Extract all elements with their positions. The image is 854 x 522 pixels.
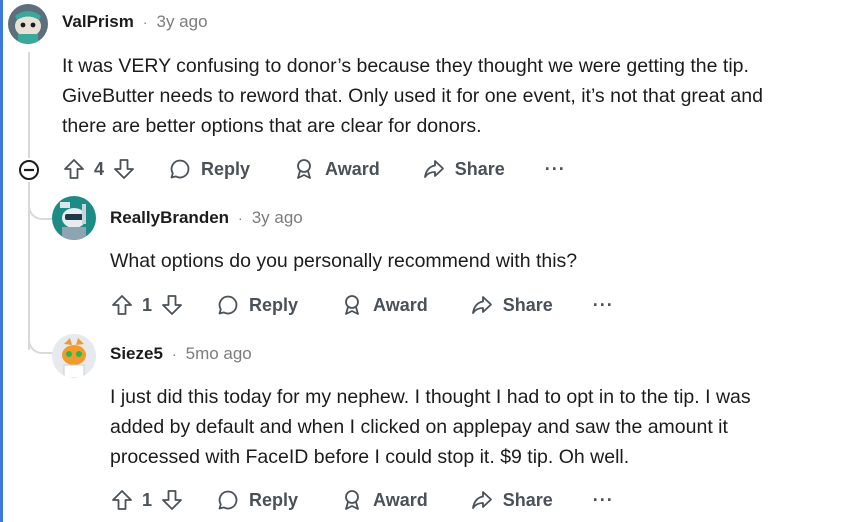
vote-count: 1 — [142, 294, 153, 315]
share-arrow-icon — [470, 293, 494, 317]
reply-button[interactable]: Reply — [216, 488, 298, 512]
reply-button[interactable]: Reply — [216, 293, 298, 317]
award-icon — [340, 293, 364, 317]
reply-button[interactable]: Reply — [168, 157, 250, 181]
avatar-image — [52, 334, 96, 378]
award-button[interactable]: Award — [292, 157, 380, 181]
avatar[interactable] — [8, 4, 48, 44]
share-button[interactable]: Share — [470, 293, 553, 317]
timestamp[interactable]: 3y ago — [157, 12, 208, 32]
avatar[interactable] — [52, 196, 96, 240]
reply-bubble-icon — [168, 157, 192, 181]
share-label: Share — [454, 158, 505, 179]
thread-accent-border — [0, 0, 3, 522]
comment-body: It was VERY confusing to donor’s because… — [62, 55, 763, 137]
award-label: Award — [373, 489, 428, 510]
comment-actions: 4 Reply Award Share ··· — [62, 154, 566, 184]
upvote-icon[interactable] — [110, 488, 134, 512]
share-button[interactable]: Share — [422, 157, 505, 181]
more-options-icon[interactable]: ··· — [545, 159, 566, 180]
comment-actions: 1 Reply Award Share ··· — [110, 485, 614, 515]
avatar[interactable] — [52, 334, 96, 378]
vote-controls: 1 — [110, 488, 184, 512]
comment-body: I just did this today for my nephew. I t… — [110, 386, 751, 468]
share-arrow-icon — [422, 157, 446, 181]
share-label: Share — [502, 294, 553, 315]
separator-dot: · — [238, 210, 243, 226]
thread-line — [28, 52, 30, 162]
reply-bubble-icon — [216, 293, 240, 317]
more-options-icon[interactable]: ··· — [593, 295, 614, 316]
username[interactable]: ReallyBranden — [110, 208, 229, 228]
share-label: Share — [502, 489, 553, 510]
separator-dot: · — [171, 346, 177, 362]
share-arrow-icon — [470, 488, 494, 512]
timestamp[interactable]: 3y ago — [252, 208, 303, 228]
more-options-icon[interactable]: ··· — [593, 490, 614, 511]
award-icon — [292, 157, 316, 181]
comment-actions: 1 Reply Award Share ··· — [110, 290, 614, 320]
upvote-icon[interactable] — [62, 157, 86, 181]
downvote-icon[interactable] — [160, 488, 184, 512]
comment-header: Sieze5 · 5mo ago — [110, 344, 252, 364]
vote-count: 4 — [94, 158, 105, 179]
reply-label: Reply — [249, 294, 299, 315]
collapse-thread-icon[interactable] — [17, 158, 41, 182]
comment-body: What options do you personally recommend… — [110, 250, 578, 272]
award-label: Award — [373, 294, 428, 315]
avatar-image — [8, 4, 48, 44]
reply-label: Reply — [201, 158, 251, 179]
separator-dot: · — [142, 14, 148, 30]
vote-controls: 1 — [110, 293, 184, 317]
username[interactable]: ValPrism — [62, 12, 134, 32]
comment-header: ReallyBranden · 3y ago — [110, 208, 303, 228]
reply-bubble-icon — [216, 488, 240, 512]
share-button[interactable]: Share — [470, 488, 553, 512]
comment-header: ValPrism · 3y ago — [62, 12, 208, 32]
downvote-icon[interactable] — [112, 157, 136, 181]
timestamp[interactable]: 5mo ago — [186, 344, 252, 364]
award-label: Award — [325, 158, 380, 179]
vote-count: 1 — [142, 489, 153, 510]
upvote-icon[interactable] — [110, 293, 134, 317]
downvote-icon[interactable] — [160, 293, 184, 317]
username[interactable]: Sieze5 — [110, 344, 163, 364]
award-button[interactable]: Award — [340, 293, 428, 317]
vote-controls: 4 — [62, 157, 136, 181]
reply-label: Reply — [249, 489, 299, 510]
avatar-image — [52, 196, 96, 240]
award-icon — [340, 488, 364, 512]
award-button[interactable]: Award — [340, 488, 428, 512]
